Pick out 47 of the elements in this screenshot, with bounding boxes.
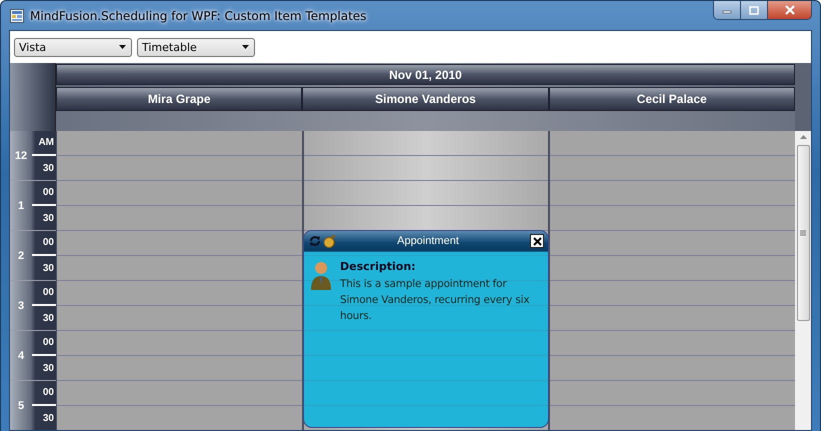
minimize-button[interactable]: [714, 1, 741, 19]
dropdown-arrow-icon: [119, 45, 126, 49]
minute-label: 00: [42, 287, 54, 298]
hour-label: 12: [14, 150, 28, 162]
minute-label: 00: [42, 237, 54, 248]
hour-label: 4: [18, 350, 24, 362]
hour-label: 2: [18, 250, 24, 262]
description-heading: Description:: [340, 260, 417, 273]
maximize-button[interactable]: [741, 1, 768, 19]
description-text: This is a sample appointment for Simone Vanderos, recurring every six hours.: [340, 277, 530, 324]
minute-label: 00: [42, 337, 54, 348]
window-icon: [10, 8, 24, 22]
date-header: Nov 01, 2010: [56, 64, 795, 85]
minute-label: 00: [42, 187, 54, 198]
hour-label: 5: [18, 400, 24, 412]
close-button[interactable]: [530, 234, 544, 248]
window-title: MindFusion.Scheduling for WPF: Custom Item Templates: [30, 8, 366, 22]
reminder-icon: [323, 234, 336, 248]
hour-label: 3: [18, 300, 24, 312]
close-icon: [784, 5, 796, 15]
popup-title: Appointment: [396, 235, 460, 247]
dropdown-arrow-icon: [242, 45, 249, 49]
resource-header: Mira Grape: [56, 87, 302, 111]
resource-column[interactable]: [57, 131, 302, 430]
grip-icon: [800, 230, 806, 236]
dropdown[interactable]: Timetable: [137, 38, 255, 56]
minute-label: 00: [42, 387, 54, 398]
minute-label: 30: [42, 363, 54, 374]
person-icon: [310, 260, 332, 290]
resource-column[interactable]: [550, 131, 796, 430]
scroll-up-icon[interactable]: [800, 135, 806, 139]
vertical-scrollbar[interactable]: [795, 131, 811, 430]
scrollbar-thumb[interactable]: [796, 145, 810, 321]
recurrence-icon: [308, 235, 322, 247]
maximize-icon: [749, 6, 759, 14]
minute-label: 30: [42, 413, 54, 424]
minute-label: 30: [42, 263, 54, 274]
header-corner: [10, 63, 56, 131]
hour-label: 1: [18, 200, 24, 212]
minute-label: 30: [42, 213, 54, 224]
resource-header: Simone Vanderos: [302, 87, 549, 111]
resource-header: Cecil Palace: [548, 87, 795, 111]
dropdown[interactable]: Vista: [14, 38, 132, 56]
minute-label: 30: [42, 163, 54, 174]
minute-label: AM: [38, 137, 54, 148]
minute-label: 30: [42, 313, 54, 324]
appointment-popup[interactable]: Appointment Description: This is a sample appointment for Simone Vanderos, recurring every six hours.: [303, 230, 549, 428]
